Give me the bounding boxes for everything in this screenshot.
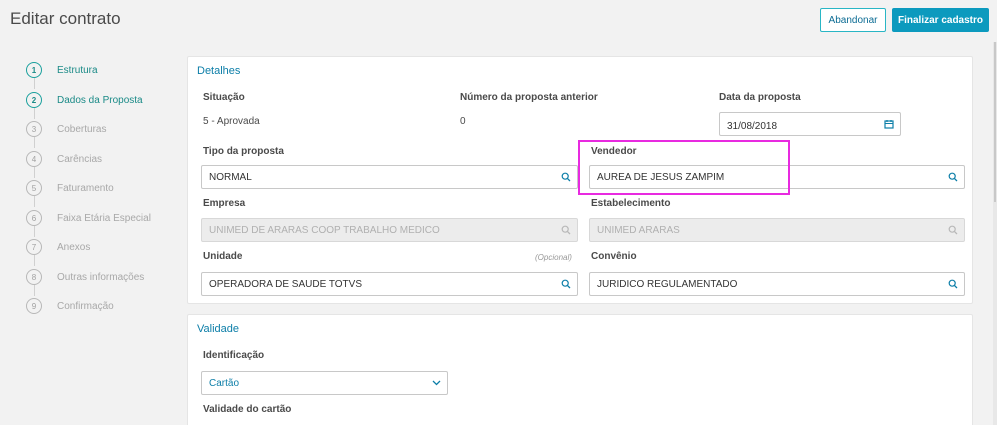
top-bar: Editar contrato Abandonar Finalizar cada…: [0, 0, 997, 42]
situacao-value: 5 - Aprovada: [203, 116, 260, 127]
step-number: 6: [26, 210, 42, 226]
step-label: Anexos: [57, 241, 91, 253]
unidade-field[interactable]: OPERADORA DE SAUDE TOTVS: [201, 272, 578, 296]
step-estrutura[interactable]: 1 Estrutura: [26, 60, 186, 80]
vendedor-label: Vendedor: [591, 146, 637, 157]
data-proposta-value: 31/08/2018: [727, 121, 778, 132]
convenio-field[interactable]: JURIDICO REGULAMENTADO: [589, 272, 965, 296]
step-carencias[interactable]: 4 Carências: [26, 149, 186, 169]
identificacao-select[interactable]: Cartão: [201, 371, 448, 395]
tipo-proposta-field[interactable]: NORMAL: [201, 165, 578, 189]
step-label: Dados da Proposta: [57, 94, 143, 106]
unidade-label: Unidade: [203, 251, 243, 262]
step-faixa-etaria-especial[interactable]: 6 Faixa Etária Especial: [26, 208, 186, 228]
convenio-label: Convênio: [591, 251, 637, 262]
step-coberturas[interactable]: 3 Coberturas: [26, 119, 186, 139]
step-label: Outras informações: [57, 271, 145, 283]
step-label: Faturamento: [57, 182, 114, 194]
search-icon[interactable]: [942, 172, 964, 182]
scrollbar-thumb[interactable]: [994, 42, 996, 202]
step-confirmacao[interactable]: 9 Confirmação: [26, 296, 186, 316]
empresa-field: UNIMED DE ARARAS COOP TRABALHO MEDICO: [201, 218, 578, 242]
estabelecimento-label: Estabelecimento: [591, 198, 671, 209]
calendar-icon[interactable]: [878, 119, 900, 129]
numero-proposta-anterior-label: Número da proposta anterior: [460, 92, 598, 103]
scrollbar[interactable]: [993, 42, 997, 425]
identificacao-value: Cartão: [209, 377, 240, 389]
search-icon[interactable]: [942, 279, 964, 289]
step-label: Faixa Etária Especial: [57, 212, 151, 224]
finish-button[interactable]: Finalizar cadastro: [892, 8, 989, 32]
step-number: 5: [26, 180, 42, 196]
page-title: Editar contrato: [10, 9, 121, 28]
vendedor-field[interactable]: AUREA DE JESUS ZAMPIM: [589, 165, 965, 189]
search-icon[interactable]: [555, 172, 577, 182]
step-number: 1: [26, 62, 42, 78]
step-anexos[interactable]: 7 Anexos: [26, 237, 186, 257]
data-proposta-field[interactable]: 31/08/2018: [719, 112, 901, 136]
identificacao-label: Identificação: [203, 350, 265, 361]
validity-title: Validade: [197, 323, 239, 335]
step-number: 3: [26, 121, 42, 137]
search-icon: [942, 225, 964, 235]
estabelecimento-field: UNIMED ARARAS: [589, 218, 965, 242]
step-number: 4: [26, 151, 42, 167]
search-icon: [555, 225, 577, 235]
step-number: 2: [26, 92, 42, 108]
numero-proposta-anterior-value: 0: [460, 116, 466, 127]
unidade-value: OPERADORA DE SAUDE TOTVS: [209, 278, 363, 290]
step-outras-informacoes[interactable]: 8 Outras informações: [26, 267, 186, 287]
tipo-proposta-label: Tipo da proposta: [203, 146, 284, 157]
search-icon[interactable]: [555, 279, 577, 289]
validity-card: Validade: [187, 314, 973, 425]
step-faturamento[interactable]: 5 Faturamento: [26, 178, 186, 198]
abandon-button[interactable]: Abandonar: [820, 8, 886, 32]
empresa-label: Empresa: [203, 198, 246, 209]
empresa-value: UNIMED DE ARARAS COOP TRABALHO MEDICO: [209, 224, 440, 236]
unidade-optional-tag: (Opcional): [535, 253, 572, 262]
estabelecimento-value: UNIMED ARARAS: [597, 224, 680, 236]
step-label: Confirmação: [57, 300, 114, 312]
vendedor-value: AUREA DE JESUS ZAMPIM: [597, 171, 725, 183]
step-number: 7: [26, 239, 42, 255]
step-number: 8: [26, 269, 42, 285]
step-label: Carências: [57, 153, 103, 165]
tipo-proposta-value: NORMAL: [209, 171, 252, 183]
step-dados-da-proposta[interactable]: 2 Dados da Proposta: [26, 90, 186, 110]
step-label: Estrutura: [57, 64, 98, 76]
step-label: Coberturas: [57, 123, 107, 135]
chevron-down-icon[interactable]: [425, 380, 447, 386]
step-number: 9: [26, 298, 42, 314]
validade-cartao-label: Validade do cartão: [203, 404, 292, 415]
situacao-label: Situação: [203, 92, 245, 103]
data-proposta-label: Data da proposta: [719, 92, 801, 103]
convenio-value: JURIDICO REGULAMENTADO: [597, 278, 738, 290]
details-title: Detalhes: [197, 65, 241, 77]
